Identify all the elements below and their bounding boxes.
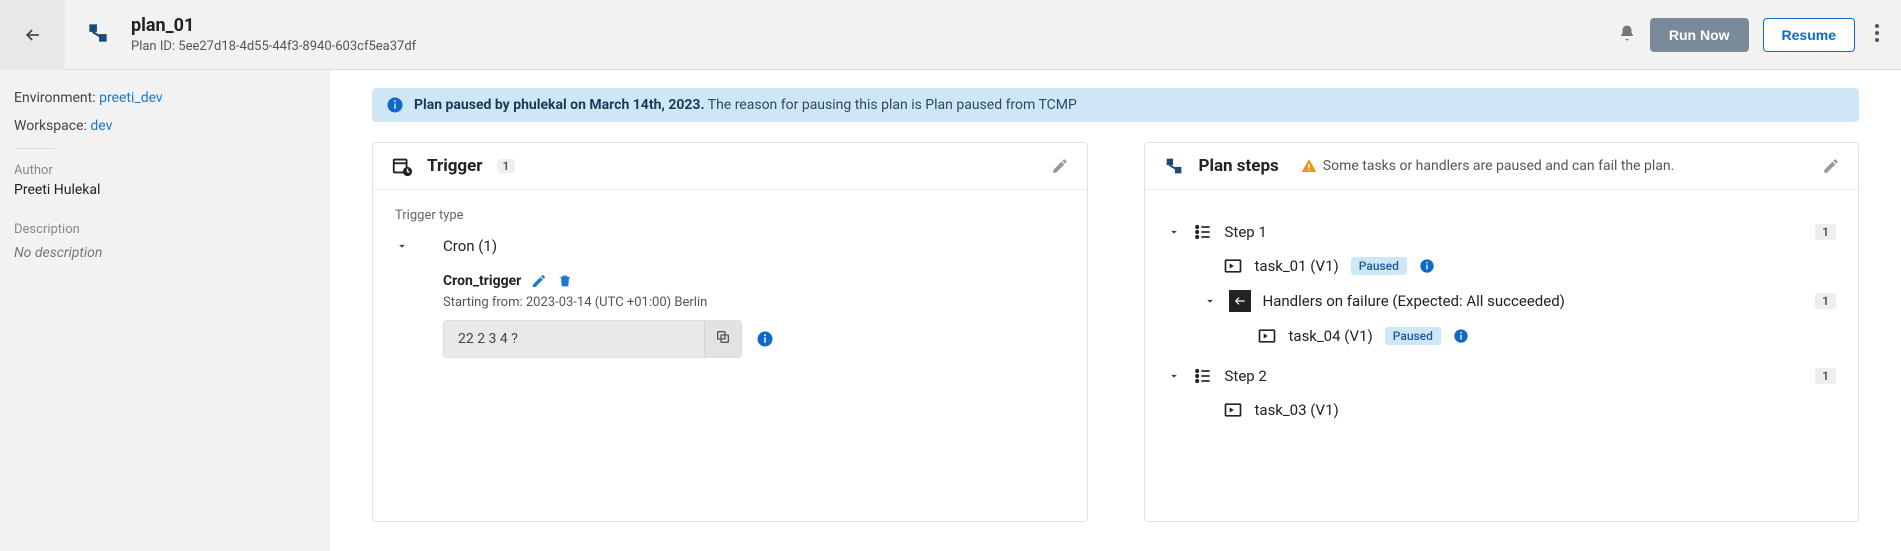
copy-icon [715,329,731,345]
steps-warning: Some tasks or handlers are paused and ca… [1301,158,1675,174]
task-row-task01[interactable]: task_01 (V1) Paused [1167,250,1837,282]
handlers-count: 1 [1815,293,1836,309]
step-list-icon [1193,366,1213,386]
step-2-label: Step 2 [1225,367,1804,385]
steps-panel-header: Plan steps Some tasks or handlers are pa… [1145,143,1859,190]
description-empty: No description [14,245,316,261]
handlers-row: Handlers on failure (Expected: All succe… [1167,282,1837,320]
task-info-button[interactable] [1419,258,1435,274]
divider [14,148,54,149]
content: Environment: preeti_dev Workspace: dev A… [0,70,1901,551]
edit-trigger-name-button[interactable] [531,273,547,289]
bell-icon [1618,24,1636,42]
trigger-name-row: Cron_trigger [443,273,1065,289]
task-info-button[interactable] [1453,328,1469,344]
environment-row: Environment: preeti_dev [14,90,316,106]
arrow-left-icon [23,25,43,45]
panels: Trigger 1 Trigger type Cron (1) Cron_tri… [372,142,1859,522]
run-now-button[interactable]: Run Now [1650,18,1749,52]
workspace-link[interactable]: dev [90,118,112,134]
chevron-down-icon[interactable] [1167,225,1181,239]
author-name: Preeti Hulekal [14,182,316,198]
info-icon [386,96,404,114]
header-actions: Run Now Resume [1618,18,1885,52]
step-1-label: Step 1 [1225,223,1804,241]
author-label: Author [14,163,316,178]
handlers-label: Handlers on failure (Expected: All succe… [1263,292,1804,310]
steps-panel: Plan steps Some tasks or handlers are pa… [1144,142,1860,522]
kebab-icon [1875,24,1879,42]
paused-badge: Paused [1385,327,1441,345]
chevron-down-icon[interactable] [395,239,409,253]
chevron-down-icon[interactable] [1203,294,1217,308]
trigger-name: Cron_trigger [443,273,521,289]
back-button[interactable] [0,0,65,70]
notifications-button[interactable] [1618,24,1636,46]
trigger-type-label: Trigger type [395,208,1065,223]
trigger-count: 1 [497,159,516,173]
edit-steps-button[interactable] [1822,157,1840,175]
task-row-task04[interactable]: task_04 (V1) Paused [1167,320,1837,352]
step-1-count: 1 [1815,224,1836,240]
cron-group-row: Cron (1) [395,233,1065,259]
step-row-1: Step 1 1 [1167,214,1837,250]
trigger-icon [391,155,413,177]
warning-icon [1301,158,1317,174]
cron-expression-box: 22 2 3 4 ? [443,320,742,358]
pause-banner: Plan paused by phulekal on March 14th, 2… [372,88,1859,122]
task-04-name: task_04 (V1) [1289,327,1373,345]
more-menu-button[interactable] [1869,18,1885,52]
plan-title: plan_01 [131,15,1618,37]
task-01-name: task_01 (V1) [1255,257,1339,275]
delete-trigger-button[interactable] [557,273,573,289]
task-icon [1257,326,1277,346]
steps-body: Step 1 1 task_01 (V1) Paused [1145,190,1859,444]
task-icon [1223,256,1243,276]
trigger-panel-header: Trigger 1 [373,143,1087,190]
step-2-count: 1 [1815,368,1836,384]
trigger-title: Trigger [427,156,483,176]
cron-info-button[interactable] [756,330,774,348]
task-icon [1223,400,1243,420]
copy-cron-button[interactable] [704,321,741,357]
task-03-name: task_03 (V1) [1255,401,1339,419]
sidebar: Environment: preeti_dev Workspace: dev A… [0,70,330,551]
description-label: Description [14,222,316,237]
page-header: plan_01 Plan ID: 5ee27d18-4d55-44f3-8940… [0,0,1901,70]
main: Plan paused by phulekal on March 14th, 2… [330,70,1901,551]
cron-expression: 22 2 3 4 ? [444,323,704,355]
cron-expression-row: 22 2 3 4 ? [443,320,1065,358]
cron-group-label: Cron (1) [443,237,497,255]
environment-link[interactable]: preeti_dev [99,90,163,106]
title-block: plan_01 Plan ID: 5ee27d18-4d55-44f3-8940… [131,15,1618,54]
steps-title: Plan steps [1199,156,1279,176]
plan-subtitle: Plan ID: 5ee27d18-4d55-44f3-8940-603cf5e… [131,39,1618,54]
step-list-icon [1193,222,1213,242]
resume-button[interactable]: Resume [1763,18,1855,52]
paused-badge: Paused [1351,257,1407,275]
step-row-2: Step 2 1 [1167,358,1837,394]
handler-icon [1229,290,1251,312]
starting-from: Starting from: 2023-03-14 (UTC +01:00) B… [443,295,1065,310]
chevron-down-icon[interactable] [1167,369,1181,383]
workspace-row: Workspace: dev [14,118,316,134]
plan-icon [85,20,111,50]
trigger-body: Trigger type Cron (1) Cron_trigger Start… [373,190,1087,376]
trigger-panel: Trigger 1 Trigger type Cron (1) Cron_tri… [372,142,1088,522]
edit-trigger-button[interactable] [1051,157,1069,175]
steps-icon [1163,155,1185,177]
task-row-task03[interactable]: task_03 (V1) [1167,394,1837,426]
